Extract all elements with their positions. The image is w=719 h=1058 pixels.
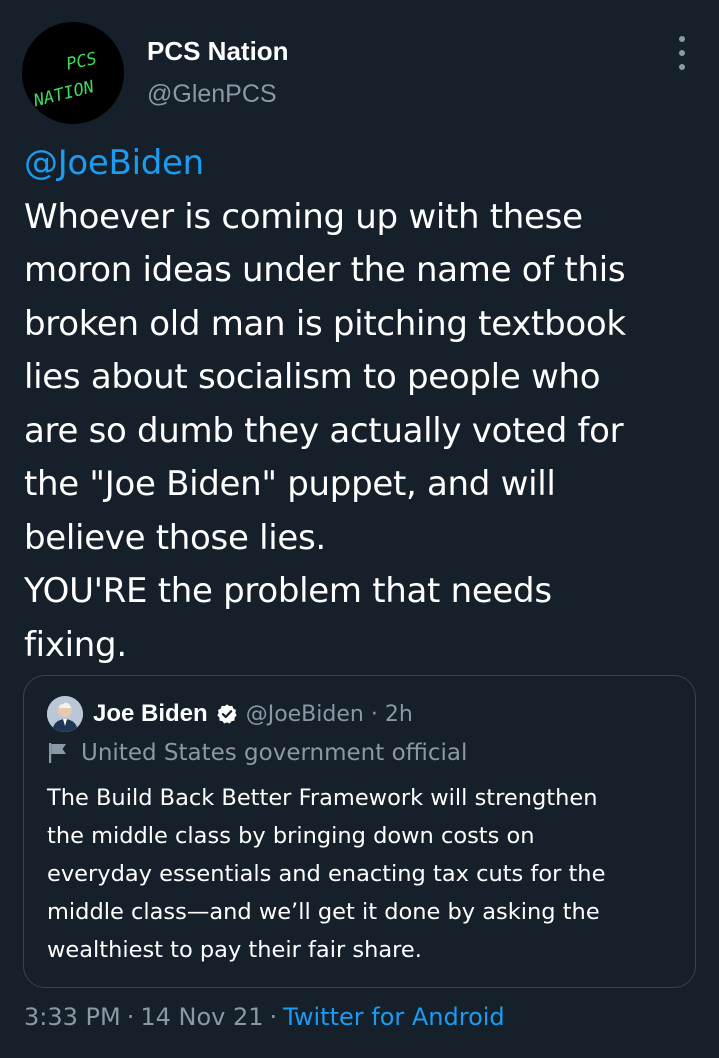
- author-avatar[interactable]: PCS NATION: [22, 22, 124, 124]
- tweet-line: the "Joe Biden" puppet, and will: [24, 464, 556, 504]
- tweet-line: lies about socialism to people who: [24, 357, 601, 397]
- person-avatar-icon: [47, 696, 83, 732]
- more-options-button[interactable]: [668, 36, 696, 70]
- tweet-line: are so dumb they actually voted for: [24, 410, 624, 451]
- quoted-line: everyday essentials and enacting tax cut…: [47, 861, 606, 887]
- quoted-author-handle[interactable]: @JoeBiden: [246, 702, 364, 727]
- author-handle[interactable]: @GlenPCS: [147, 80, 277, 109]
- quoted-line: The Build Back Better Framework will str…: [47, 785, 598, 811]
- tweet-line: broken old man is pitching textbook: [24, 303, 626, 344]
- verified-badge-icon: [217, 704, 237, 724]
- quoted-line: wealthiest to pay their fair share.: [47, 937, 422, 963]
- flag-icon: [49, 743, 66, 763]
- more-vertical-icon-dot: [679, 64, 685, 70]
- tweet-line: moron ideas under the name of this: [24, 250, 626, 290]
- separator-dot: ·: [269, 1003, 278, 1031]
- more-vertical-icon-dot: [679, 36, 685, 42]
- quoted-tweet-text: The Build Back Better Framework will str…: [47, 779, 687, 969]
- quoted-author-avatar[interactable]: [47, 696, 83, 732]
- tweet-text: @JoeBiden Whoever is coming up with thes…: [24, 137, 704, 672]
- tweet-metadata: 3:33 PM · 14 Nov 21 · Twitter for Android: [24, 1003, 505, 1031]
- quoted-line: middle class—and we’ll get it done by as…: [47, 899, 600, 925]
- tweet-line: YOU'RE the problem that needs: [24, 571, 552, 611]
- tweet-date[interactable]: 14 Nov 21: [140, 1003, 263, 1031]
- avatar-logo-graphic: PCS NATION: [22, 22, 124, 124]
- separator-dot: ·: [126, 1003, 135, 1031]
- tweet-line: believe those lies.: [24, 517, 326, 558]
- tweet-source-link[interactable]: Twitter for Android: [283, 1003, 504, 1031]
- tweet-time[interactable]: 3:33 PM: [24, 1003, 121, 1031]
- quoted-tweet-card[interactable]: Joe Biden @JoeBiden · 2h United States g…: [23, 675, 696, 988]
- government-label-text: United States government official: [81, 740, 468, 766]
- author-display-name[interactable]: PCS Nation: [147, 36, 289, 67]
- quoted-author-name[interactable]: Joe Biden: [93, 700, 208, 728]
- tweet-line: Whoever is coming up with these: [24, 196, 583, 237]
- tweet-line: fixing.: [24, 624, 127, 665]
- government-label[interactable]: United States government official: [47, 740, 467, 766]
- mention-link[interactable]: @JoeBiden: [24, 137, 704, 191]
- quoted-timestamp[interactable]: 2h: [385, 702, 413, 727]
- separator-dot: ·: [370, 701, 378, 727]
- more-vertical-icon-dot: [679, 50, 685, 56]
- quoted-line: the middle class by bringing down costs …: [47, 823, 535, 849]
- quoted-header: Joe Biden @JoeBiden · 2h: [93, 700, 413, 728]
